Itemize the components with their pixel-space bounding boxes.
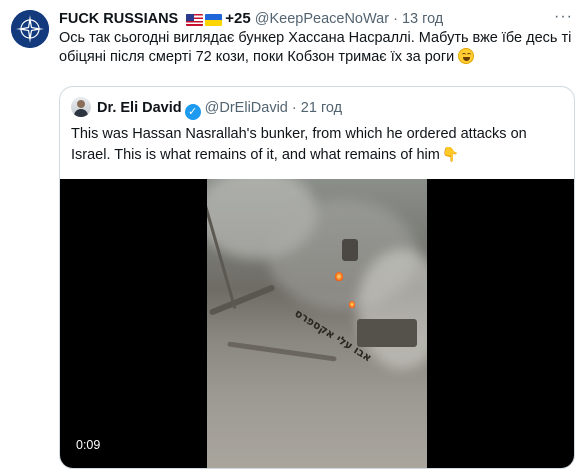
display-name[interactable]: FUCK RUSSIANS [59, 11, 178, 27]
quoted-separator: · [291, 100, 297, 116]
quoted-tweet-header: Dr. Eli David ✓ @DrEliDavid · 21 год [71, 97, 342, 120]
tweet-text: Ось так сьогодні виглядає бункер Хассана… [59, 29, 574, 67]
fire [349, 301, 355, 308]
video-duration: 0:09 [76, 438, 101, 452]
ukraine-flag-icon [205, 14, 223, 26]
pointing-down-emoji: 👇 [441, 146, 460, 162]
timestamp[interactable]: 13 год [402, 11, 443, 27]
rubble [342, 239, 358, 261]
quoted-handle[interactable]: @DrEliDavid [205, 100, 288, 116]
quoted-timestamp[interactable]: 21 год [301, 100, 342, 116]
more-options-icon[interactable]: ··· [554, 8, 573, 26]
video-player[interactable]: אבו עלי אקספרס 0:09 [60, 179, 574, 468]
rubble [208, 284, 276, 316]
tweet[interactable]: FUCK RUSSIANS +25 @KeepPeaceNoWar · 13 г… [0, 0, 587, 475]
fire [335, 272, 343, 281]
avatar[interactable] [11, 10, 49, 48]
rubble [227, 341, 337, 362]
name-suffix: +25 [225, 10, 251, 27]
tweet-text-body: Ось так сьогодні виглядає бункер Хассана… [59, 30, 572, 65]
rubble [357, 319, 417, 347]
video-frame[interactable]: אבו עלי אקספרס [207, 179, 427, 468]
separator: · [393, 11, 398, 27]
tears-of-joy-emoji [458, 48, 475, 64]
tweet-header: FUCK RUSSIANS +25 @KeepPeaceNoWar · 13 г… [59, 9, 579, 29]
nato-star-icon [11, 10, 49, 48]
quoted-tweet[interactable]: Dr. Eli David ✓ @DrEliDavid · 21 год This… [59, 86, 575, 469]
us-flag-icon [186, 14, 204, 26]
quoted-tweet-text: This was Hassan Nasrallah's bunker, from… [71, 124, 565, 165]
handle[interactable]: @KeepPeaceNoWar [255, 11, 389, 27]
quoted-display-name[interactable]: Dr. Eli David [97, 100, 182, 116]
quoted-avatar[interactable] [71, 97, 91, 117]
verified-badge-icon: ✓ [184, 104, 201, 120]
